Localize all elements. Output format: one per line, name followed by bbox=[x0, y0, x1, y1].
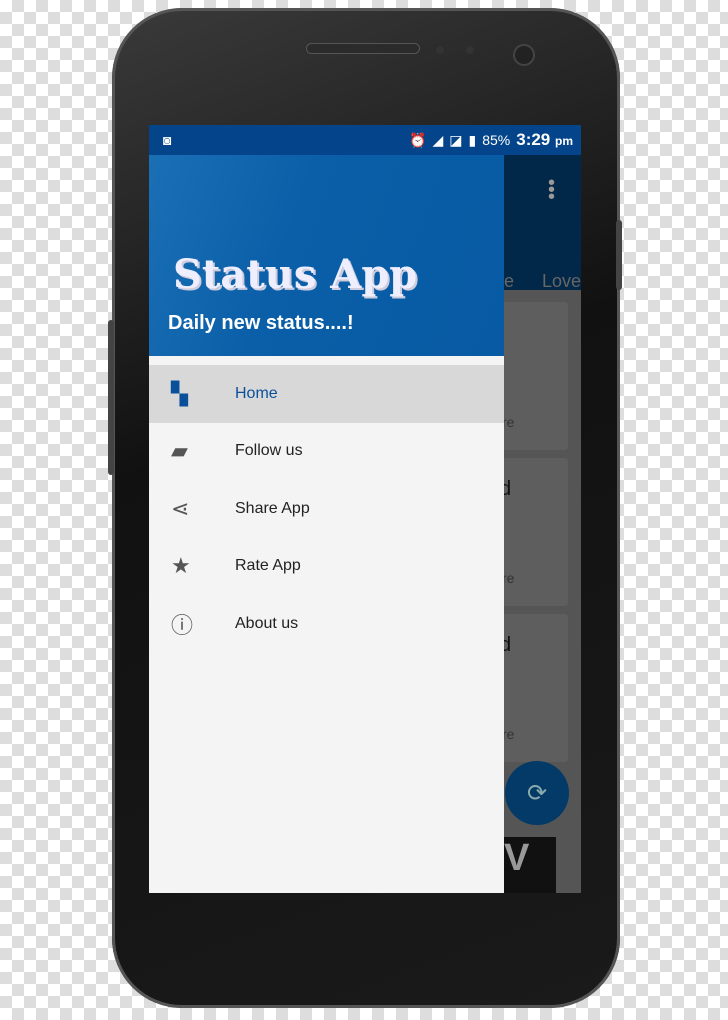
forum-icon: ▰ bbox=[171, 438, 188, 464]
app-subtitle: Daily new status....! bbox=[168, 312, 354, 334]
clock: 3:29 pm bbox=[516, 130, 573, 149]
signal-h-icon: ◢ bbox=[432, 131, 444, 148]
speaker bbox=[306, 43, 420, 54]
more-options-icon[interactable]: • • • bbox=[548, 173, 555, 207]
refresh-button[interactable]: ⟳ bbox=[505, 761, 569, 825]
tab[interactable]: e bbox=[504, 271, 514, 292]
menu-item-rate-app[interactable]: ★ Rate App bbox=[149, 538, 504, 596]
cyanogen-icon: ◙ bbox=[163, 132, 172, 148]
no-sim-icon: ◪ bbox=[449, 131, 463, 148]
navigation-drawer: Status App Daily new status....! ▚ Home ▰… bbox=[149, 155, 504, 893]
menu-item-home[interactable]: ▚ Home bbox=[149, 365, 504, 423]
tab-love[interactable]: Love bbox=[542, 271, 581, 292]
refresh-icon: ⟳ bbox=[526, 779, 548, 807]
menu-item-about-us[interactable]: ⓘ About us bbox=[149, 595, 504, 653]
menu-label: Follow us bbox=[235, 442, 303, 460]
app-title: Status App bbox=[173, 251, 418, 298]
sensor bbox=[466, 46, 474, 54]
battery-percent: 85% bbox=[482, 132, 511, 148]
alarm-icon: ⏰ bbox=[409, 131, 427, 148]
menu-label: About us bbox=[235, 614, 299, 632]
volume-button bbox=[108, 320, 114, 475]
menu-label: Share App bbox=[235, 499, 310, 517]
share-icon: ⋖ bbox=[171, 495, 190, 521]
star-icon: ★ bbox=[171, 553, 191, 579]
power-button bbox=[616, 220, 622, 290]
menu-item-share-app[interactable]: ⋖ Share App bbox=[149, 480, 504, 538]
dashboard-icon: ▚ bbox=[171, 380, 188, 406]
front-camera bbox=[513, 44, 535, 66]
screen: ••• e Love dre dre dre ⟳ V ◙ ⏰ ◢ ◪ ▮ 85%… bbox=[149, 125, 581, 893]
drawer-header: Status App Daily new status....! bbox=[149, 155, 504, 356]
info-icon: ⓘ bbox=[171, 612, 194, 638]
sensor bbox=[436, 46, 444, 54]
menu-label: Rate App bbox=[235, 557, 301, 575]
drawer-menu: ▚ Home ▰ Follow us ⋖ Share App ★ Rate App ⓘ A… bbox=[149, 356, 504, 653]
ad-letter: V bbox=[504, 837, 530, 879]
menu-label: Home bbox=[235, 384, 278, 402]
status-bar: ◙ ⏰ ◢ ◪ ▮ 85% 3:29 pm bbox=[149, 125, 581, 155]
battery-charging-icon: ▮ bbox=[468, 131, 477, 148]
menu-item-follow-us[interactable]: ▰ Follow us bbox=[149, 423, 504, 481]
